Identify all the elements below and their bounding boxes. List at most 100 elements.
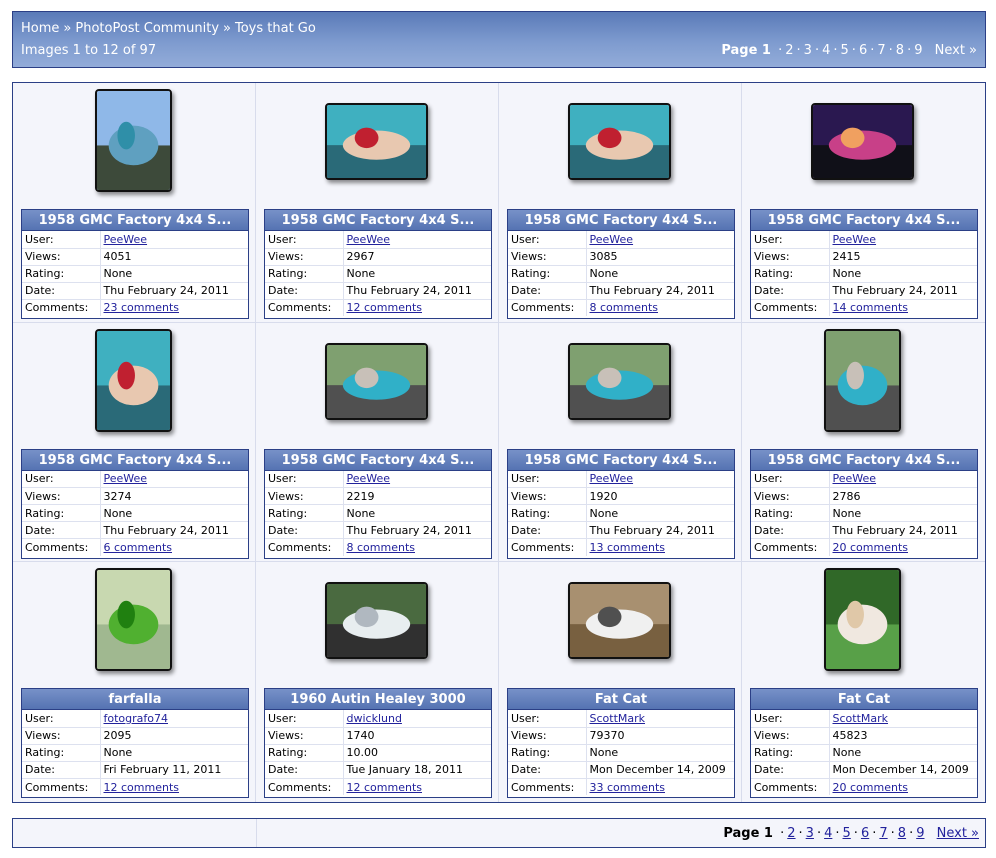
info-row-date: Date: Thu February 24, 2011 <box>265 521 491 539</box>
user-link[interactable]: PeeWee <box>104 472 148 485</box>
page-link-3[interactable]: 3 <box>804 43 812 58</box>
thumbnail-image[interactable] <box>325 103 428 180</box>
page-link-7[interactable]: 7 <box>877 43 885 58</box>
page-link-2[interactable]: 2 <box>787 826 795 841</box>
info-label-comments: Comments: <box>22 538 101 556</box>
thumbnail-image[interactable] <box>568 103 671 180</box>
page-link-3[interactable]: 3 <box>806 826 814 841</box>
user-link[interactable]: PeeWee <box>833 233 877 246</box>
page-link-2[interactable]: 2 <box>785 43 793 58</box>
page-link-6[interactable]: 6 <box>861 826 869 841</box>
next-page-link[interactable]: Next » <box>935 43 977 58</box>
gallery-header: Home» PhotoPost Community» Toys that Go Im… <box>12 11 986 68</box>
user-link[interactable]: fotografo74 <box>104 712 169 725</box>
info-row-comments: Comments: 12 comments <box>22 777 248 796</box>
image-title[interactable]: 1958 GMC Factory 4x4 S... <box>22 449 248 471</box>
info-value-rating: None <box>103 506 133 520</box>
user-link[interactable]: PeeWee <box>833 472 877 485</box>
comments-link[interactable]: 12 comments <box>104 781 180 794</box>
page-link-7[interactable]: 7 <box>879 826 887 841</box>
comments-link[interactable]: 8 comments <box>590 301 659 314</box>
thumbnail-image[interactable] <box>824 328 901 432</box>
image-title[interactable]: 1958 GMC Factory 4x4 S... <box>508 449 734 471</box>
user-link[interactable]: PeeWee <box>104 233 148 246</box>
page-link-8[interactable]: 8 <box>898 826 906 841</box>
page-link-6[interactable]: 6 <box>859 43 867 58</box>
info-row-views: Views: 3274 <box>22 487 248 505</box>
info-label-views: Views: <box>265 487 344 505</box>
thumbnail-image[interactable] <box>95 328 172 432</box>
comments-link[interactable]: 6 comments <box>104 541 173 554</box>
image-title[interactable]: 1960 Autin Healey 3000 <box>265 689 491 711</box>
info-label-views: Views: <box>22 487 101 505</box>
thumbnail-image[interactable] <box>95 89 172 192</box>
info-row-rating: Rating: None <box>751 504 977 522</box>
thumbnail-image[interactable] <box>568 342 671 420</box>
comments-link[interactable]: 20 comments <box>833 781 909 794</box>
image-title[interactable]: Fat Cat <box>751 689 977 711</box>
image-title[interactable]: 1958 GMC Factory 4x4 S... <box>22 210 248 231</box>
comments-link[interactable]: 12 comments <box>347 301 423 314</box>
user-link[interactable]: PeeWee <box>347 233 391 246</box>
user-link[interactable]: dwicklund <box>347 712 402 725</box>
thumbnail-image[interactable] <box>824 568 901 672</box>
image-info-table: User: PeeWee Views: 2415 Rating: None Date: Thu… <box>751 231 977 316</box>
comments-link[interactable]: 13 comments <box>590 541 666 554</box>
thumbnail-image[interactable] <box>811 103 914 180</box>
info-label-views: Views: <box>508 726 587 745</box>
gallery-cell: 1958 GMC Factory 4x4 S... User: PeeWee View… <box>13 83 256 323</box>
image-info-box: 1958 GMC Factory 4x4 S... User: PeeWee View… <box>21 209 249 319</box>
image-title[interactable]: 1958 GMC Factory 4x4 S... <box>265 210 491 231</box>
page-link-4[interactable]: 4 <box>824 826 832 841</box>
user-link[interactable]: PeeWee <box>347 472 391 485</box>
info-label-user: User: <box>508 710 587 728</box>
thumbnail-image[interactable] <box>325 342 428 420</box>
user-link[interactable]: ScottMark <box>833 712 889 725</box>
page-link-8[interactable]: 8 <box>896 43 904 58</box>
info-value-date: Thu February 24, 2011 <box>346 284 472 297</box>
info-row-comments: Comments: 20 comments <box>751 777 977 796</box>
thumbnail-image[interactable] <box>325 582 428 660</box>
thumbnail-image[interactable] <box>568 582 671 660</box>
image-info-box: 1958 GMC Factory 4x4 S... User: PeeWee View… <box>750 448 978 559</box>
user-link[interactable]: ScottMark <box>590 712 646 725</box>
next-page-link[interactable]: Next » <box>937 826 979 841</box>
user-link[interactable]: PeeWee <box>590 233 634 246</box>
breadcrumb-category[interactable]: Toys that Go <box>235 21 316 36</box>
image-title[interactable]: farfalla <box>22 689 248 711</box>
image-title[interactable]: 1958 GMC Factory 4x4 S... <box>751 449 977 471</box>
info-label-comments: Comments: <box>22 298 101 316</box>
page-link-9[interactable]: 9 <box>916 826 924 841</box>
comments-link[interactable]: 12 comments <box>347 781 423 794</box>
info-row-user: User: PeeWee <box>508 470 734 488</box>
info-label-rating: Rating: <box>751 743 830 762</box>
comments-link[interactable]: 23 comments <box>104 301 180 314</box>
info-label-comments: Comments: <box>265 538 344 556</box>
image-title[interactable]: Fat Cat <box>508 689 734 711</box>
page-link-5[interactable]: 5 <box>841 43 849 58</box>
image-title[interactable]: 1958 GMC Factory 4x4 S... <box>751 210 977 231</box>
page-link-4[interactable]: 4 <box>822 43 830 58</box>
info-row-rating: Rating: None <box>751 743 977 762</box>
breadcrumb-home[interactable]: Home <box>21 21 59 36</box>
info-value-views: 79370 <box>589 729 625 743</box>
info-row-comments: Comments: 33 comments <box>508 777 734 796</box>
comments-link[interactable]: 14 comments <box>833 301 909 314</box>
image-title[interactable]: 1958 GMC Factory 4x4 S... <box>265 449 491 471</box>
breadcrumb-community[interactable]: PhotoPost Community <box>75 21 219 36</box>
info-value-views: 4051 <box>103 250 132 263</box>
image-title[interactable]: 1958 GMC Factory 4x4 S... <box>508 210 734 231</box>
thumbnail-image[interactable] <box>95 568 172 672</box>
user-link[interactable]: PeeWee <box>590 472 634 485</box>
image-info-table: User: fotografo74 Views: 2095 Rating: None Dat… <box>22 710 248 796</box>
info-value-date: Thu February 24, 2011 <box>589 284 715 297</box>
page-link-5[interactable]: 5 <box>843 826 851 841</box>
comments-link[interactable]: 33 comments <box>590 781 666 794</box>
image-info-box: 1958 GMC Factory 4x4 S... User: PeeWee View… <box>507 448 735 559</box>
comments-link[interactable]: 20 comments <box>833 541 909 554</box>
image-info-table: User: ScottMark Views: 45823 Rating: None Date… <box>751 710 977 796</box>
image-info-box: 1958 GMC Factory 4x4 S... User: PeeWee View… <box>264 448 492 559</box>
page-link-9[interactable]: 9 <box>914 43 922 58</box>
comments-link[interactable]: 8 comments <box>347 541 416 554</box>
info-label-views: Views: <box>751 247 830 265</box>
